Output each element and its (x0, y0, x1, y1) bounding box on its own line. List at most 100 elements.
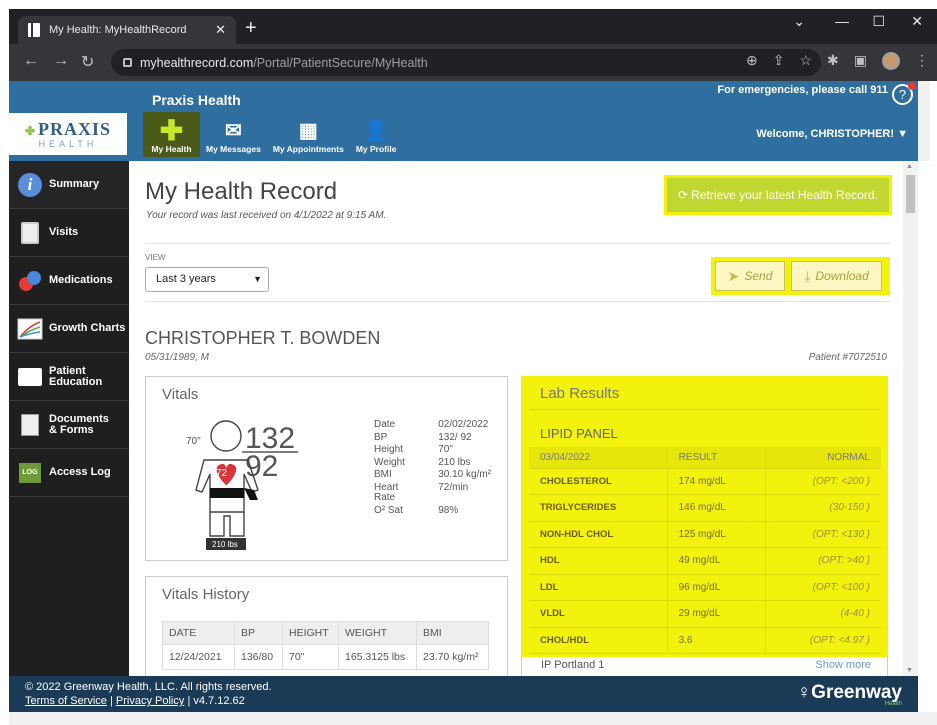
result-header: RESULT (666, 447, 766, 469)
back-icon[interactable]: ← (23, 52, 39, 70)
welcome-menu[interactable]: Welcome, CHRISTOPHER! ▼ (756, 128, 908, 140)
lab-normal-range: (OPT: <130 ) (764, 521, 881, 548)
sidebar-item-patient-education[interactable]: Patient Education (9, 353, 129, 401)
send-button[interactable]: ➤ Send (715, 261, 785, 291)
address-bar[interactable]: myhealthrecord.com /Portal/PatientSecure… (111, 49, 821, 76)
show-more-link[interactable]: Show more (815, 659, 871, 671)
sidebar-item-growth-charts[interactable]: Growth Charts (9, 305, 129, 353)
calendar-icon: ▦ (298, 119, 318, 142)
lab-test-name: NON-HDL CHOL (529, 521, 668, 548)
nav-label: My Profile (355, 144, 397, 154)
lab-results-card: Lab Results LIPID PANEL 03/04/2022 RESUL… (521, 376, 888, 676)
sidebar-item-medications[interactable]: Medications (9, 257, 129, 305)
main-content: My Health Record Your record was last re… (129, 161, 903, 676)
table-cell: 23.70 kg/m² (416, 644, 489, 670)
profile-avatar[interactable] (882, 52, 900, 70)
patient-number: Patient #7072510 (808, 352, 887, 363)
window-close-icon[interactable]: ✕ (911, 13, 923, 30)
main-nav: ✚ My Health ✉ My Messages ▦ My Appointme… (143, 112, 402, 157)
nav-my-profile[interactable]: 👤 My Profile (350, 112, 403, 157)
logo-sub-text: HEALTH (38, 138, 98, 149)
vital-value: 30.10 kg/m² (438, 469, 492, 480)
help-icon[interactable]: ? (892, 82, 916, 105)
lab-normal-range: (OPT: >40 ) (764, 547, 881, 575)
lipid-panel-title: LIPID PANEL (540, 426, 618, 441)
page-favicon-icon (28, 23, 40, 37)
bookmark-star-icon[interactable]: ☆ (799, 52, 812, 70)
page-title: My Health Record (145, 178, 338, 205)
divider (529, 409, 880, 410)
browser-toolbar: ← → ↻ myhealthrecord.com /Portal/Patient… (9, 44, 937, 81)
view-label: VIEW (145, 253, 166, 262)
lab-location: IP Portland 1 (541, 659, 605, 671)
column-header: HEIGHT (282, 621, 339, 645)
org-name: Praxis Health (152, 92, 241, 108)
sidebar-item-summary[interactable]: i Summary (9, 161, 129, 209)
new-tab-icon[interactable]: + (245, 18, 257, 38)
lab-results-table: 03/04/2022 RESULT NORMAL CHOLESTEROL 174… (529, 447, 881, 654)
page-scrollbar[interactable]: ▲ ▼ (903, 161, 918, 676)
brand-subtitle: Health (884, 701, 902, 707)
vital-label: Date (374, 419, 396, 430)
extensions-icon[interactable]: ✱ (827, 52, 839, 70)
tab-close-icon[interactable]: ✕ (215, 22, 226, 38)
vital-value: 210 lbs (438, 456, 471, 468)
body-figure: 70" 132 92 72 210 lbs (186, 420, 298, 550)
minimize-icon[interactable]: — (835, 13, 849, 29)
privacy-link[interactable]: Privacy Policy (116, 695, 184, 707)
browser-menu-icon[interactable]: ⋮ (915, 52, 929, 70)
sidebar-item-label: Summary (49, 178, 100, 190)
sidebar-item-documents-forms[interactable]: Documents & Forms (9, 401, 129, 449)
sidebar-item-visits[interactable]: Visits (9, 209, 129, 257)
lab-result: 146 mg/dL (666, 494, 766, 522)
scroll-down-icon[interactable]: ▼ (906, 667, 913, 674)
logo-main-text: PRAXIS (25, 120, 111, 140)
browser-tab[interactable]: My Health: MyHealthRecord ✕ (18, 16, 236, 44)
share-icon[interactable]: ⇪ (773, 52, 785, 70)
side-panel-icon[interactable]: ▣ (854, 52, 867, 70)
horizontal-scrollbar[interactable] (9, 712, 937, 725)
table-row: HDL 49 mg/dL (OPT: >40 ) (529, 547, 881, 575)
tab-search-chevron-icon[interactable]: ⌄ (793, 13, 805, 30)
heart-rate: 72 (216, 468, 228, 479)
forward-icon[interactable]: → (53, 52, 69, 70)
scrollbar-thumb[interactable] (906, 175, 915, 213)
vital-label: Heart Rate (374, 481, 399, 503)
lab-results-footer: IP Portland 1 Show more (521, 657, 888, 676)
lab-result: 174 mg/dL (666, 468, 766, 495)
brand-name: Greenway (811, 682, 902, 703)
retrieve-label: Retrieve your latest Health Record. (691, 188, 878, 202)
table-cell: 136/80 (234, 644, 283, 670)
terms-link[interactable]: Terms of Service (25, 695, 107, 707)
lab-test-name: CHOL/HDL (529, 627, 668, 654)
lab-normal-range: (4-40 ) (764, 600, 881, 628)
refresh-icon: ⟳ (678, 188, 689, 202)
view-range-select[interactable]: Last 3 years ▼ (145, 267, 269, 292)
nav-my-messages[interactable]: ✉ My Messages (200, 112, 267, 157)
praxis-logo[interactable]: PRAXIS HEALTH (9, 113, 127, 155)
maximize-icon[interactable]: ☐ (872, 13, 885, 30)
lock-icon (123, 58, 132, 67)
header-scroll-gutter (918, 81, 930, 161)
download-button[interactable]: ⤓ Download (791, 261, 882, 291)
retrieve-record-button[interactable]: ⟳ Retrieve your latest Health Record. (664, 175, 892, 215)
plus-icon: ✚ (159, 114, 184, 146)
tab-title: My Health: MyHealthRecord (49, 24, 187, 36)
vital-label: Height (374, 444, 403, 455)
table-cell: 165.3125 lbs (338, 644, 417, 670)
sidebar-item-access-log[interactable]: LOG Access Log (9, 449, 129, 497)
sidebar-item-label: Access Log (49, 466, 111, 478)
vitals-title: Vitals (162, 386, 199, 403)
lab-test-name: TRIGLYCERIDES (529, 494, 668, 522)
table-header-row: DATE BP HEIGHT WEIGHT BMI (162, 621, 489, 645)
table-row: VLDL 29 mg/dL (4-40 ) (529, 600, 881, 628)
table-row: NON-HDL CHOL 125 mg/dL (OPT: <130 ) (529, 521, 881, 548)
zoom-icon[interactable]: ⊕ (746, 52, 758, 70)
nav-my-appointments[interactable]: ▦ My Appointments (267, 112, 350, 157)
scroll-up-icon[interactable]: ▲ (906, 163, 913, 170)
site-header: Praxis Health For emergencies, please ca… (9, 81, 918, 161)
lab-test-name: VLDL (529, 600, 668, 628)
reload-icon[interactable]: ↻ (81, 52, 94, 72)
nav-my-health[interactable]: ✚ My Health (143, 112, 200, 157)
lab-result: 29 mg/dL (666, 600, 766, 628)
